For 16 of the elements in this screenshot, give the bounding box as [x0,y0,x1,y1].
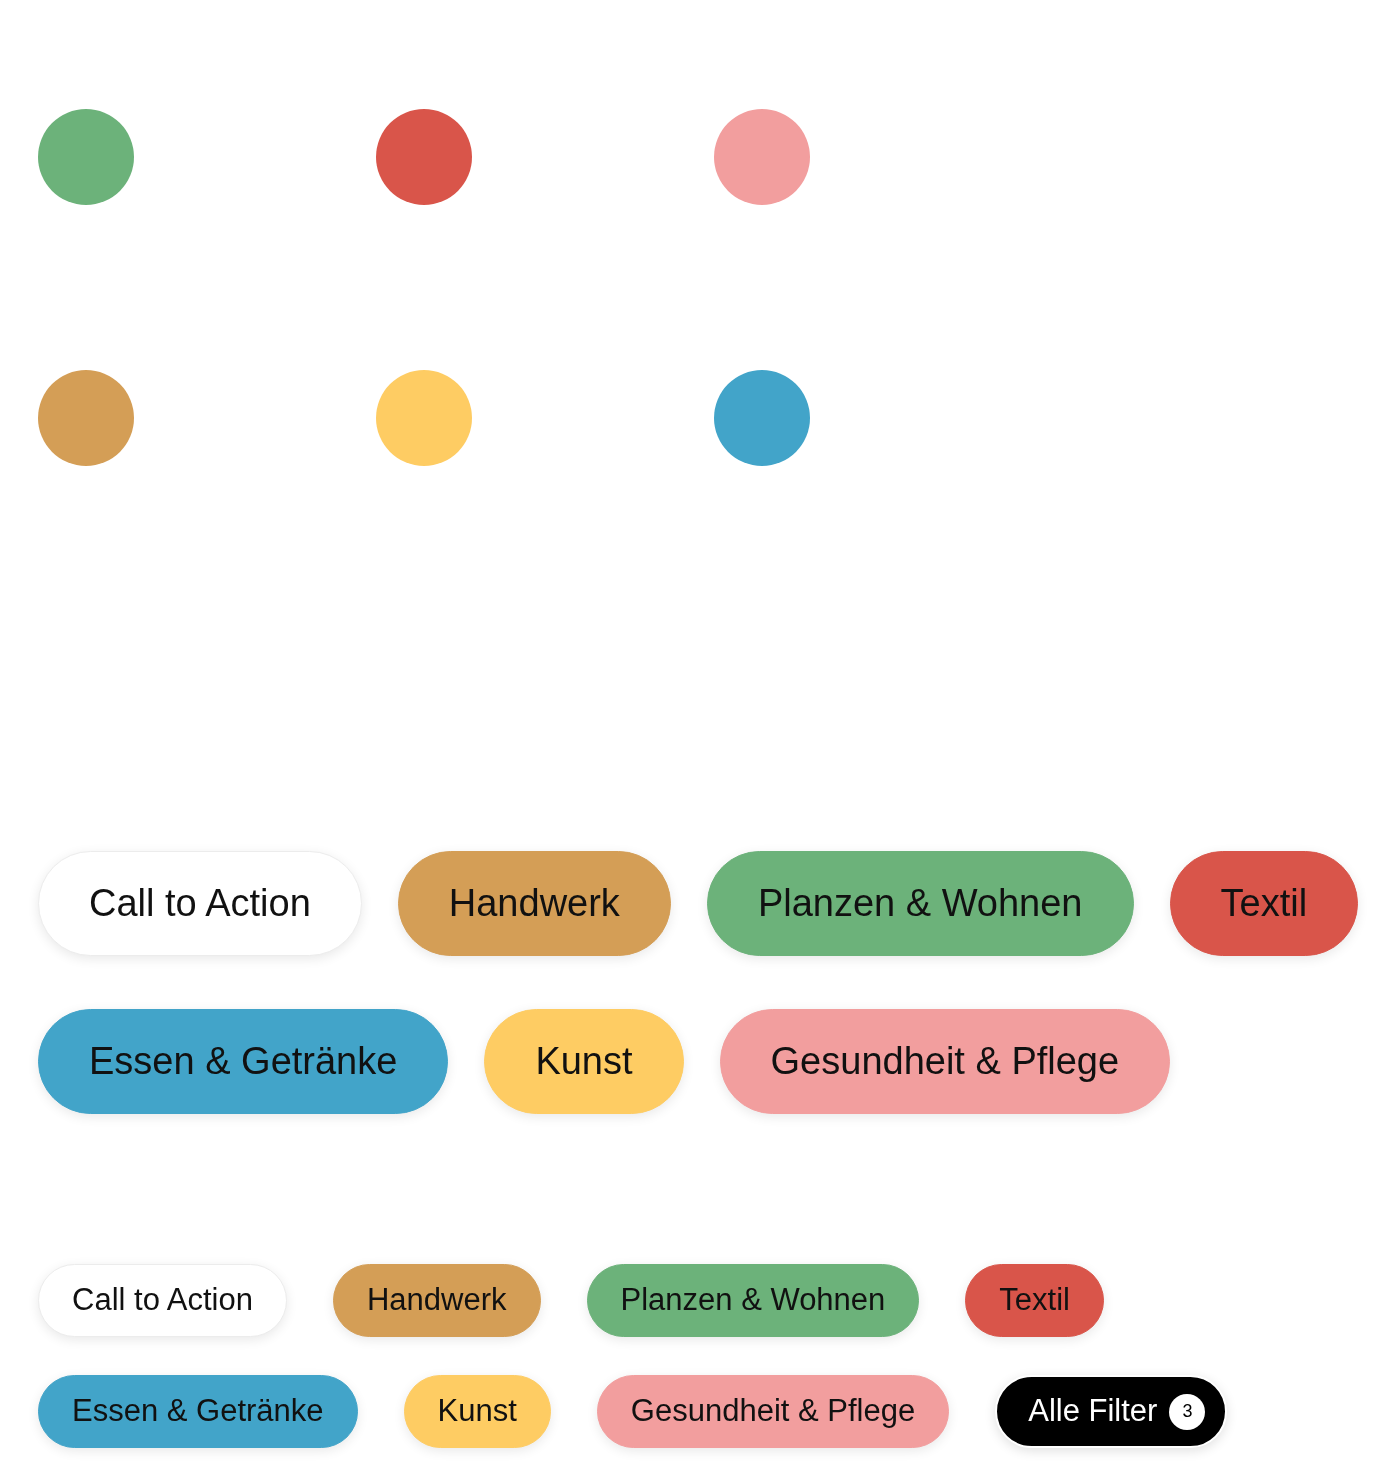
tag-chip[interactable]: Planzen & Wohnen [586,1264,920,1337]
tag-chip[interactable]: Essen & Getränke [38,1375,358,1448]
tag-chip[interactable]: Handwerk [397,851,671,956]
tag-chip[interactable]: Planzen & Wohnen [706,851,1134,956]
tag-chip[interactable]: Call to Action [38,851,362,956]
tag-chip[interactable]: Essen & Getränke [38,1009,449,1114]
tag-chip[interactable]: Call to Action [38,1264,287,1337]
tag-chip[interactable]: Gesundheit & Pflege [719,1009,1171,1114]
filter-button[interactable]: Alle Filter 3 [995,1375,1228,1448]
tag-chip[interactable]: Kunst [403,1375,551,1448]
tag-chip[interactable]: Gesundheit & Pflege [596,1375,950,1448]
tag-chip[interactable]: Handwerk [332,1264,541,1337]
count-badge: 3 [1169,1393,1206,1430]
tag-chip[interactable]: Textil [1169,851,1359,956]
tag-chip[interactable]: Kunst [484,1009,684,1114]
tag-chip[interactable]: Textil [965,1264,1104,1337]
